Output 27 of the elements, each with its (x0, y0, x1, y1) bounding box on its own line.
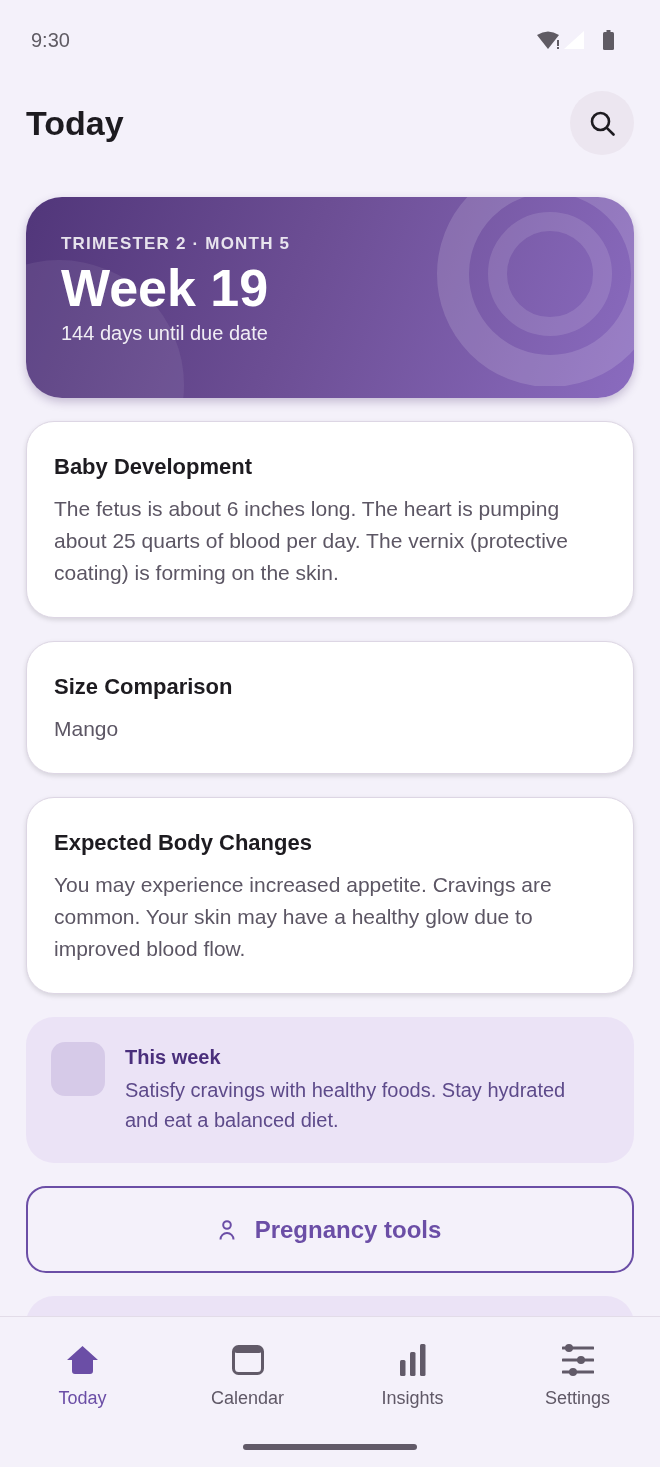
wifi-icon (537, 31, 561, 49)
home-icon (67, 1346, 98, 1374)
search-icon (589, 110, 615, 136)
calendar-icon (231, 1345, 264, 1375)
status-time: 9:30 (31, 28, 70, 53)
due-date-text: 144 days until due date (61, 321, 268, 346)
card-title: Expected Body Changes (54, 829, 312, 857)
tip-title: This week (125, 1045, 221, 1070)
card-title: Baby Development (54, 453, 253, 481)
card-text: Mango (54, 716, 119, 742)
battery-icon (603, 30, 614, 50)
pregnancy-tools-button[interactable]: Pregnancy tools (26, 1186, 634, 1273)
week-title: Week 19 (61, 258, 269, 318)
nav-tab[interactable]: Settings (495, 1343, 660, 1412)
card-title: Size Comparison (54, 673, 233, 701)
tip-icon (51, 1042, 105, 1096)
tip-text: Satisfy cravings with healthy foods. Stay hydrated and eat a balanced diet. (125, 1078, 567, 1133)
nav-tab[interactable]: Calendar (165, 1343, 330, 1412)
card-text: You may experience increased appetite. Cravings are common. Your skin may have a healthy glow due to improved blood flow. (54, 872, 553, 962)
person-icon (218, 1219, 235, 1240)
nav-tab[interactable]: Today (0, 1343, 165, 1412)
nav-tab[interactable]: Insights (330, 1343, 495, 1412)
card-text: The fetus is about 6 inches long. The heart is pumping about 25 quarts of blood per day. The vernix (protective coating) is forming on the skin. (54, 496, 570, 586)
sliders-icon (561, 1344, 594, 1376)
bar-chart-icon (399, 1344, 426, 1376)
page-title: Today (26, 102, 124, 144)
trimester-label: TRIMESTER 2 · MONTH 5 (61, 233, 291, 255)
